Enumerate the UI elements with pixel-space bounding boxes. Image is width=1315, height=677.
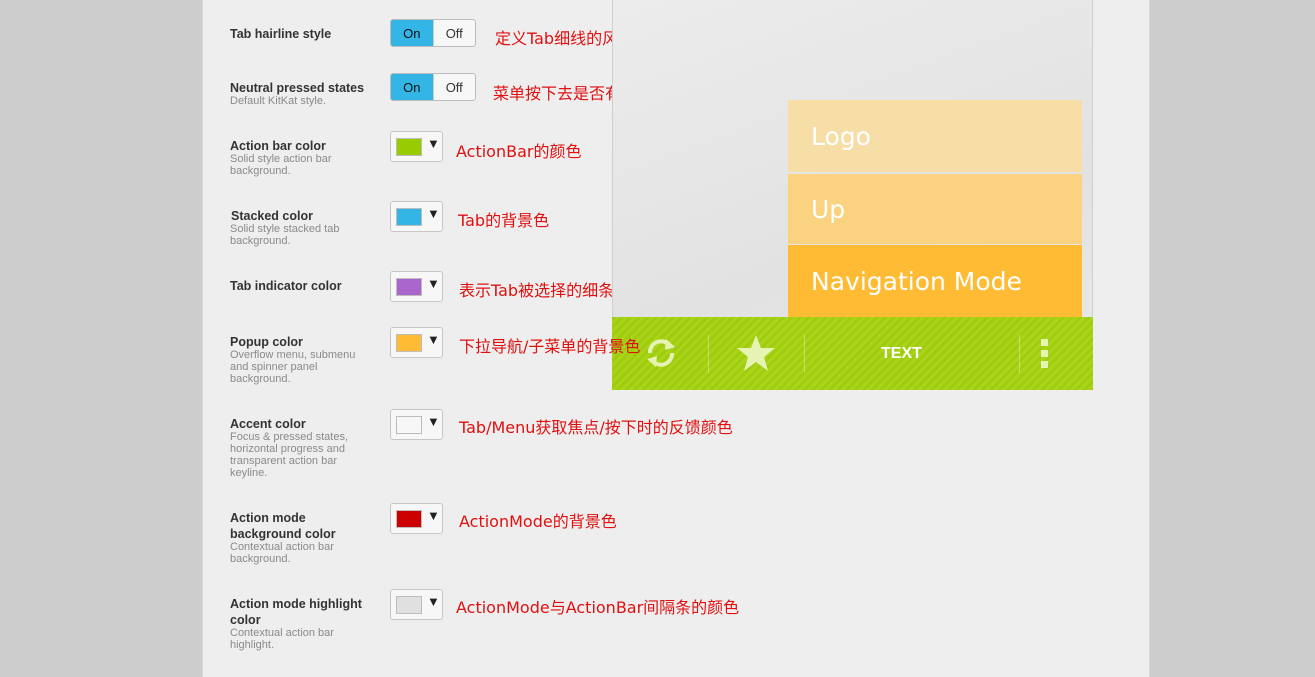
preview-menu-item-logo[interactable]: Logo xyxy=(788,100,1082,172)
tab-indicator-color-label: Tab indicator color xyxy=(230,279,342,293)
refresh-icon[interactable] xyxy=(644,336,678,370)
action-bar-color-label: Action bar color xyxy=(230,139,326,153)
accent-color-picker[interactable]: ▼ xyxy=(390,409,443,440)
tab-indicator-color-picker[interactable]: ▼ xyxy=(390,271,443,302)
tab-hairline-on[interactable]: On xyxy=(391,20,433,46)
tab-hairline-toggle[interactable]: On Off xyxy=(390,19,476,47)
stacked-color-sub-2: background. xyxy=(230,235,291,247)
dropdown-arrow-icon: ▼ xyxy=(427,276,440,291)
accent-color-sub-3: transparent action bar xyxy=(230,455,338,467)
action-mode-bg-note: ActionMode的背景色 xyxy=(459,512,617,531)
preview-action-bar: TEXT xyxy=(612,317,1093,390)
popup-color-sub-1: Overflow menu, submenu xyxy=(230,349,356,361)
tab-indicator-color-swatch xyxy=(396,278,422,296)
action-mode-bg-label-2: background color xyxy=(230,527,336,541)
action-mode-highlight-swatch xyxy=(396,596,422,614)
action-mode-highlight-sub-1: Contextual action bar xyxy=(230,627,334,639)
neutral-pressed-sub: Default KitKat style. xyxy=(230,95,326,107)
stacked-color-sub-1: Solid style stacked tab xyxy=(230,223,340,235)
popup-color-picker[interactable]: ▼ xyxy=(390,327,443,358)
dropdown-arrow-icon: ▼ xyxy=(427,136,440,151)
preview-menu-item-up[interactable]: Up xyxy=(788,174,1082,244)
action-bar-color-note: ActionBar的颜色 xyxy=(456,142,582,161)
dropdown-arrow-icon: ▼ xyxy=(427,332,440,347)
action-mode-bg-picker[interactable]: ▼ xyxy=(390,503,443,534)
action-bar-color-picker[interactable]: ▼ xyxy=(390,131,443,162)
neutral-pressed-toggle[interactable]: On Off xyxy=(390,73,476,101)
accent-color-sub-1: Focus & pressed states, xyxy=(230,431,348,443)
popup-color-swatch xyxy=(396,334,422,352)
action-mode-highlight-label-2: color xyxy=(230,613,261,627)
action-mode-bg-label-1: Action mode xyxy=(230,511,306,525)
neutral-pressed-off[interactable]: Off xyxy=(432,74,476,100)
popup-color-label: Popup color xyxy=(230,335,303,349)
star-icon[interactable] xyxy=(736,334,776,372)
dropdown-arrow-icon: ▼ xyxy=(427,414,440,429)
action-mode-highlight-sub-2: highlight. xyxy=(230,639,275,651)
stacked-color-picker[interactable]: ▼ xyxy=(390,201,443,232)
accent-color-sub-2: horizontal progress and xyxy=(230,443,345,455)
action-bar-divider xyxy=(1019,335,1020,373)
preview-menu-item-navigation-mode[interactable]: Navigation Mode xyxy=(788,245,1082,317)
action-mode-bg-sub-2: background. xyxy=(230,553,291,565)
popup-color-sub-3: background. xyxy=(230,373,291,385)
action-bar-text-button[interactable]: TEXT xyxy=(881,345,922,363)
stacked-color-label: Stacked color xyxy=(231,209,313,223)
dropdown-arrow-icon: ▼ xyxy=(427,206,440,221)
stacked-color-swatch xyxy=(396,208,422,226)
accent-color-note: Tab/Menu获取焦点/按下时的反馈颜色 xyxy=(459,418,733,437)
action-mode-bg-sub-1: Contextual action bar xyxy=(230,541,334,553)
action-mode-highlight-picker[interactable]: ▼ xyxy=(390,589,443,620)
action-mode-highlight-note: ActionMode与ActionBar间隔条的颜色 xyxy=(456,598,740,617)
overflow-icon[interactable] xyxy=(1040,338,1050,370)
action-mode-highlight-label-1: Action mode highlight xyxy=(230,597,362,611)
tab-hairline-label: Tab hairline style xyxy=(230,27,332,41)
action-bar-divider xyxy=(708,335,709,373)
action-bar-color-sub-1: Solid style action bar xyxy=(230,153,332,165)
popup-color-sub-2: and spinner panel xyxy=(230,361,318,373)
dropdown-arrow-icon: ▼ xyxy=(427,594,440,609)
action-bar-color-swatch xyxy=(396,138,422,156)
dropdown-arrow-icon: ▼ xyxy=(427,508,440,523)
accent-color-swatch xyxy=(396,416,422,434)
accent-color-label: Accent color xyxy=(230,417,306,431)
tab-hairline-off[interactable]: Off xyxy=(432,20,476,46)
neutral-pressed-label: Neutral pressed states xyxy=(230,81,365,95)
action-bar-color-sub-2: background. xyxy=(230,165,291,177)
popup-color-note: 下拉导航/子菜单的背景色 xyxy=(459,337,641,356)
neutral-pressed-on[interactable]: On xyxy=(391,74,433,100)
action-mode-bg-swatch xyxy=(396,510,422,528)
action-bar-divider xyxy=(804,335,805,373)
accent-color-sub-4: keyline. xyxy=(230,467,268,479)
stacked-color-note: Tab的背景色 xyxy=(458,211,550,230)
